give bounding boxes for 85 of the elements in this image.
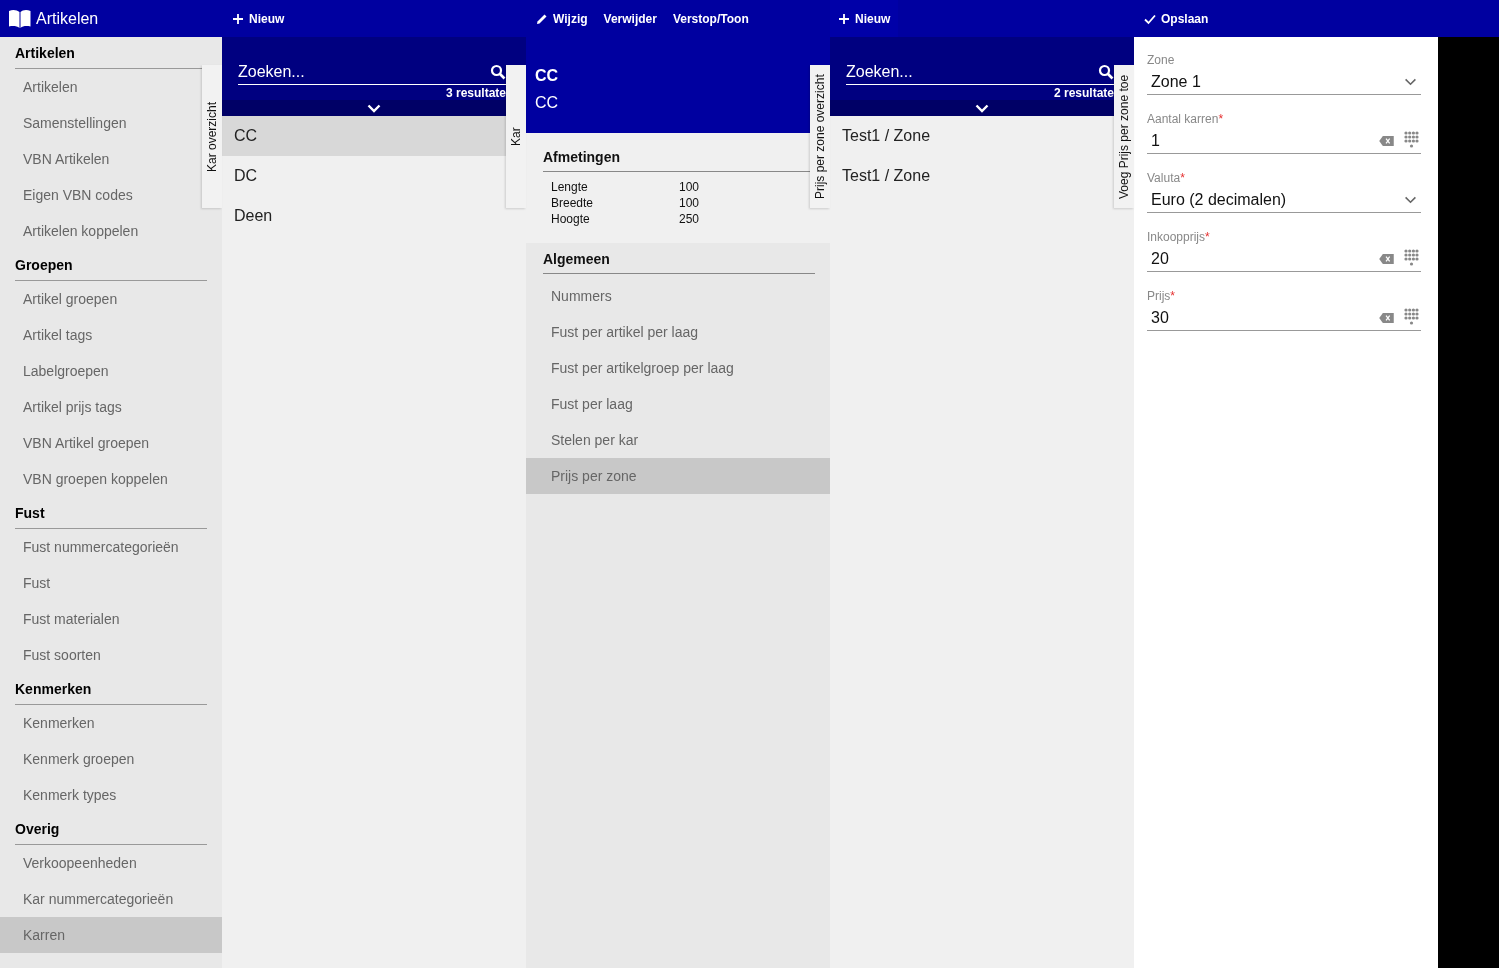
search-icon	[490, 64, 506, 80]
sidebar-item[interactable]: Artikel prijs tags	[0, 389, 222, 425]
chevron-down-icon[interactable]	[975, 103, 989, 113]
keypad-icon[interactable]	[1404, 249, 1419, 268]
sidebar-item[interactable]: VBN groepen koppelen	[0, 461, 222, 497]
chevron-down-icon	[1404, 195, 1417, 204]
select-field[interactable]: Zone 1	[1147, 69, 1421, 95]
menu-item[interactable]: Fust per artikel per laag	[526, 314, 830, 350]
result-count: 2 resultate	[1052, 86, 1114, 100]
new-button[interactable]: Nieuw	[226, 0, 291, 37]
property-label: Breedte	[551, 195, 595, 211]
field-label: Valuta*	[1147, 171, 1186, 185]
sidebar-item[interactable]: Kar nummercategorieën	[0, 881, 222, 917]
pencil-icon	[536, 12, 548, 25]
list-item[interactable]: Deen	[222, 196, 506, 236]
input-field[interactable]: 1	[1151, 131, 1379, 150]
list-item[interactable]: CC	[222, 116, 506, 156]
sidebar-item[interactable]: Samenstellingen	[0, 105, 202, 141]
sidebar-item[interactable]: Fust	[0, 565, 222, 601]
sidebar-item[interactable]: Karren	[0, 917, 222, 953]
field-label: Aantal karren*	[1147, 112, 1225, 126]
list-item[interactable]: DC	[222, 156, 506, 196]
list-item[interactable]: Test1 / Zone	[830, 156, 1114, 196]
clear-icon[interactable]	[1379, 135, 1394, 146]
panel-tab[interactable]: Voeg Prijs per zone toe	[1114, 65, 1134, 208]
sidebar-item[interactable]: Kenmerk groepen	[0, 741, 222, 777]
panel-tab[interactable]: Kar overzicht	[202, 65, 222, 208]
sidebar-item[interactable]: Artikelen	[0, 69, 202, 105]
menu-item[interactable]: Stelen per kar	[526, 422, 830, 458]
sidebar-item[interactable]: Artikelen koppelen	[0, 213, 202, 249]
keypad-icon[interactable]	[1404, 308, 1419, 327]
sidebar-item[interactable]: Labelgroepen	[0, 353, 222, 389]
sidebar-item[interactable]: Kenmerk types	[0, 777, 222, 813]
sidebar-item[interactable]: Verkoopeenheden	[0, 845, 222, 881]
result-count: 3 resultate	[444, 86, 506, 100]
toolbar-button[interactable]: Verstop/Toon	[666, 0, 755, 37]
select-field[interactable]: Euro (2 decimalen)	[1147, 187, 1421, 213]
sidebar-item[interactable]: Artikel tags	[0, 317, 222, 353]
plus-icon	[838, 12, 850, 25]
new-button[interactable]: Nieuw	[830, 0, 899, 37]
property-value: 100	[679, 195, 701, 211]
sidebar-item[interactable]: Kenmerken	[0, 705, 222, 741]
property-value: 250	[679, 211, 701, 227]
property-label: Hoogte	[551, 211, 591, 227]
property-label: Lengte	[551, 179, 589, 195]
input-field[interactable]: 30	[1151, 308, 1379, 327]
menu-item[interactable]: Prijs per zone	[526, 458, 830, 494]
section-heading: Algemeen	[543, 251, 815, 274]
field-label: Zone	[1147, 53, 1176, 67]
group-heading: Kenmerken	[15, 673, 207, 705]
save-button[interactable]: Opslaan	[1138, 0, 1215, 37]
toolbar-button[interactable]: Verwijder	[597, 0, 663, 37]
panel-tab[interactable]: Prijs per zone overzicht	[810, 65, 830, 208]
sidebar-item[interactable]: VBN Artikel groepen	[0, 425, 222, 461]
search-field[interactable]: Zoeken...	[846, 63, 1098, 81]
app-title: Artikelen	[36, 9, 99, 28]
input-field[interactable]: 20	[1151, 249, 1379, 268]
chevron-down-icon[interactable]	[367, 103, 381, 113]
edit-button[interactable]: Wijzig	[530, 0, 594, 37]
plus-icon	[232, 12, 244, 25]
sidebar-item[interactable]: VBN Artikelen	[0, 141, 202, 177]
sidebar-item[interactable]: Artikel groepen	[0, 281, 222, 317]
clear-icon[interactable]	[1379, 312, 1394, 323]
field-label: Inkoopprijs*	[1147, 230, 1211, 244]
book-icon	[8, 8, 32, 29]
group-heading: Overig	[15, 813, 207, 845]
sidebar-item[interactable]: Fust soorten	[0, 637, 222, 673]
menu-item[interactable]: Fust per laag	[526, 386, 830, 422]
property-value: 100	[679, 179, 701, 195]
chevron-down-icon	[1404, 77, 1417, 86]
search-field[interactable]: Zoeken...	[238, 63, 490, 81]
menu-item[interactable]: Nummers	[526, 278, 830, 314]
clear-icon[interactable]	[1379, 253, 1394, 264]
panel-tab[interactable]: Kar	[506, 65, 526, 208]
field-label: Prijs*	[1147, 289, 1176, 303]
group-heading: Fust	[15, 497, 207, 529]
check-icon	[1144, 12, 1156, 25]
sidebar-item[interactable]: Eigen VBN codes	[0, 177, 202, 213]
keypad-icon[interactable]	[1404, 131, 1419, 150]
list-item[interactable]: Test1 / Zone	[830, 116, 1114, 156]
sidebar-item[interactable]: Fust materialen	[0, 601, 222, 637]
sidebar-item[interactable]: Fust nummercategorieën	[0, 529, 222, 565]
menu-item[interactable]: Fust per artikelgroep per laag	[526, 350, 830, 386]
group-heading: Groepen	[15, 249, 207, 281]
search-icon	[1098, 64, 1114, 80]
